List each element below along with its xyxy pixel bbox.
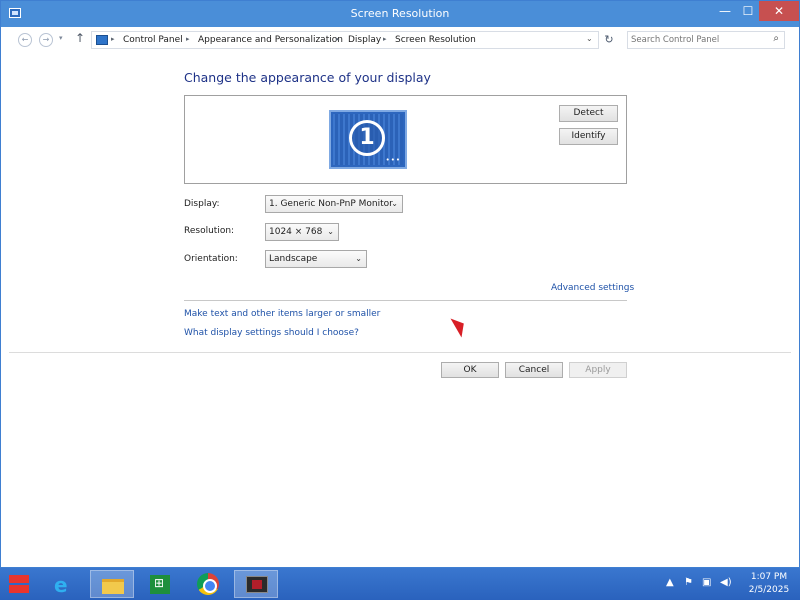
volume-icon[interactable]: ◀) [720,577,732,588]
internet-explorer-icon: e [54,573,68,597]
network-icon[interactable]: ▣ [702,577,711,588]
divider [9,352,791,353]
orientation-label: Orientation: [184,254,238,264]
screen-resolution-window: Screen Resolution — ☐ ✕ ← → ▾ ↑ ▸ Contro… [0,0,800,568]
breadcrumb-separator[interactable]: ▸ [111,35,115,43]
close-button[interactable]: ✕ [759,1,799,21]
breadcrumb-separator[interactable]: ▸ [383,35,387,43]
cancel-button[interactable]: Cancel [505,362,563,378]
monitor-number: 1 [349,120,385,156]
action-center-flag-icon[interactable]: ⚑ [684,577,693,588]
show-hidden-icons-icon[interactable]: ▲ [666,577,674,588]
detect-button[interactable]: Detect [559,105,618,122]
monitor-dots: ••• [385,156,401,164]
chevron-down-icon: ⌄ [355,254,362,263]
taskbar-internet-explorer[interactable]: e [42,570,86,598]
clock-time[interactable]: 1:07 PM [746,572,792,582]
taskbar-file-explorer[interactable] [90,570,134,598]
address-toolbar: ← → ▾ ↑ ▸ Control Panel ▸ Appearance and… [1,27,799,53]
taskbar-chrome[interactable] [186,570,230,598]
resolution-select-value: 1024 × 768 [269,227,323,237]
apply-button[interactable]: Apply [569,362,627,378]
folder-icon [102,579,124,594]
refresh-button[interactable]: ↻ [599,31,619,49]
breadcrumb-control-panel[interactable]: Control Panel [123,35,183,45]
breadcrumb-separator[interactable]: ▸ [186,35,190,43]
minimize-button[interactable]: — [713,1,737,21]
identify-button[interactable]: Identify [559,128,618,145]
display-select[interactable]: 1. Generic Non-PnP Monitor ⌄ [265,195,403,213]
text-size-link[interactable]: Make text and other items larger or smal… [184,309,380,319]
breadcrumb-appearance[interactable]: Appearance and Personalization [198,35,343,45]
resolution-label: Resolution: [184,226,235,236]
address-dropdown-icon[interactable]: ⌄ [586,34,593,43]
control-panel-icon [96,35,108,45]
ok-button[interactable]: OK [441,362,499,378]
clock-date[interactable]: 2/5/2025 [742,585,796,595]
search-box[interactable]: ⌕ [627,31,785,49]
start-button[interactable] [0,570,40,598]
windows-logo-icon [9,575,29,593]
display-label: Display: [184,199,220,209]
taskbar-screen-resolution[interactable] [234,570,278,598]
taskbar-store[interactable] [138,570,182,598]
maximize-button[interactable]: ☐ [737,1,759,21]
window-title: Screen Resolution [350,7,450,20]
recent-locations-icon[interactable]: ▾ [59,34,63,42]
resolution-select[interactable]: 1024 × 768 ⌄ [265,223,339,241]
orientation-select-value: Landscape [269,254,318,264]
title-bar[interactable]: Screen Resolution — ☐ ✕ [1,1,799,27]
system-tray: ▲ ⚑ ▣ ◀) 1:07 PM 2/5/2025 [660,568,800,600]
monitor-1-icon[interactable]: 1 ••• [329,110,407,169]
forward-button[interactable]: → [39,33,53,47]
store-icon [150,575,170,594]
chevron-down-icon: ⌄ [327,227,334,236]
search-icon[interactable]: ⌕ [773,33,779,44]
breadcrumb-screen-resolution[interactable]: Screen Resolution [395,35,476,45]
breadcrumb-display[interactable]: Display [348,35,381,45]
orientation-select[interactable]: Landscape ⌄ [265,250,367,268]
advanced-settings-link[interactable]: Advanced settings [551,283,634,293]
page-title: Change the appearance of your display [184,70,431,85]
up-button[interactable]: ↑ [75,31,85,45]
display-select-value: 1. Generic Non-PnP Monitor [269,199,393,209]
address-bar[interactable]: ▸ Control Panel ▸ Appearance and Persona… [91,31,599,49]
breadcrumb-separator[interactable]: ▸ [336,35,340,43]
chevron-down-icon: ⌄ [391,199,398,208]
monitor-preview-panel: 1 ••• Detect Identify [184,95,627,184]
divider [184,300,627,301]
chrome-icon [197,573,219,595]
mouse-cursor-icon [450,313,470,338]
search-input[interactable] [631,34,761,46]
back-button[interactable]: ← [18,33,32,47]
display-settings-icon [246,576,268,593]
taskbar: e ▲ ⚑ ▣ ◀) 1:07 PM 2/5/2025 [0,568,800,600]
display-help-link[interactable]: What display settings should I choose? [184,328,359,338]
